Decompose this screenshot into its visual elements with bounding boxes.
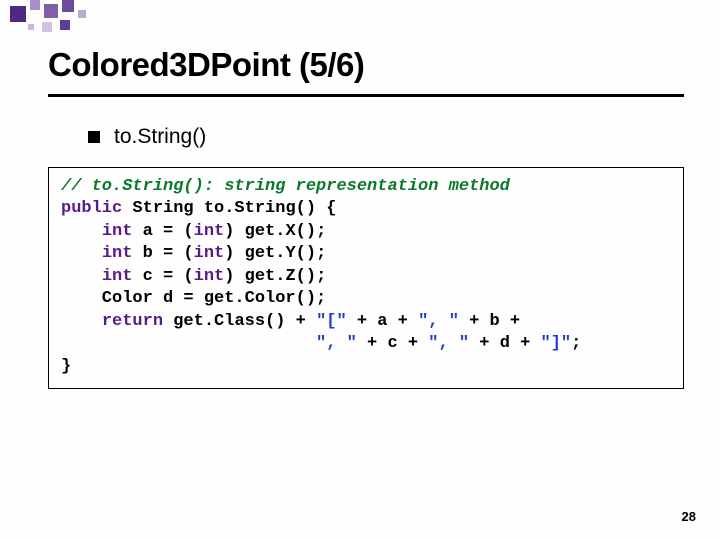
code-keyword: return	[102, 312, 163, 331]
code-text: ) get.X();	[224, 222, 326, 241]
code-string: "]"	[541, 334, 572, 353]
code-text: c = (	[132, 267, 193, 286]
title-rule	[48, 94, 684, 97]
code-text: ;	[571, 334, 581, 353]
code-text: ) get.Z();	[224, 267, 326, 286]
code-text: + c +	[357, 334, 428, 353]
square-bullet-icon	[88, 131, 100, 143]
code-text: ) get.Y();	[224, 244, 326, 263]
code-text: + d +	[469, 334, 540, 353]
code-text: get.Class() +	[163, 312, 316, 331]
code-keyword: int	[102, 244, 133, 263]
code-keyword: int	[194, 222, 225, 241]
code-keyword: int	[102, 267, 133, 286]
code-text: }	[61, 357, 71, 376]
code-text: Color d = get.Color();	[61, 289, 326, 308]
page-number: 28	[682, 509, 696, 524]
code-block: // to.String(): string representation me…	[48, 167, 684, 389]
slide-title: Colored3DPoint (5/6)	[48, 46, 720, 84]
code-text	[61, 334, 316, 353]
code-keyword: int	[194, 267, 225, 286]
code-keyword: public	[61, 199, 122, 218]
code-text: + a +	[347, 312, 418, 331]
bullet-item: to.String()	[88, 125, 720, 149]
code-text: + b +	[459, 312, 520, 331]
bullet-text: to.String()	[114, 125, 206, 149]
code-keyword: int	[194, 244, 225, 263]
code-keyword: int	[102, 222, 133, 241]
code-text: b = (	[132, 244, 193, 263]
code-string: ", "	[316, 334, 357, 353]
slide-decoration	[0, 0, 180, 44]
code-text: a = (	[132, 222, 193, 241]
code-string: "["	[316, 312, 347, 331]
code-string: ", "	[428, 334, 469, 353]
code-comment: // to.String(): string representation me…	[61, 177, 510, 196]
code-string: ", "	[418, 312, 459, 331]
code-text: String to.String() {	[122, 199, 336, 218]
